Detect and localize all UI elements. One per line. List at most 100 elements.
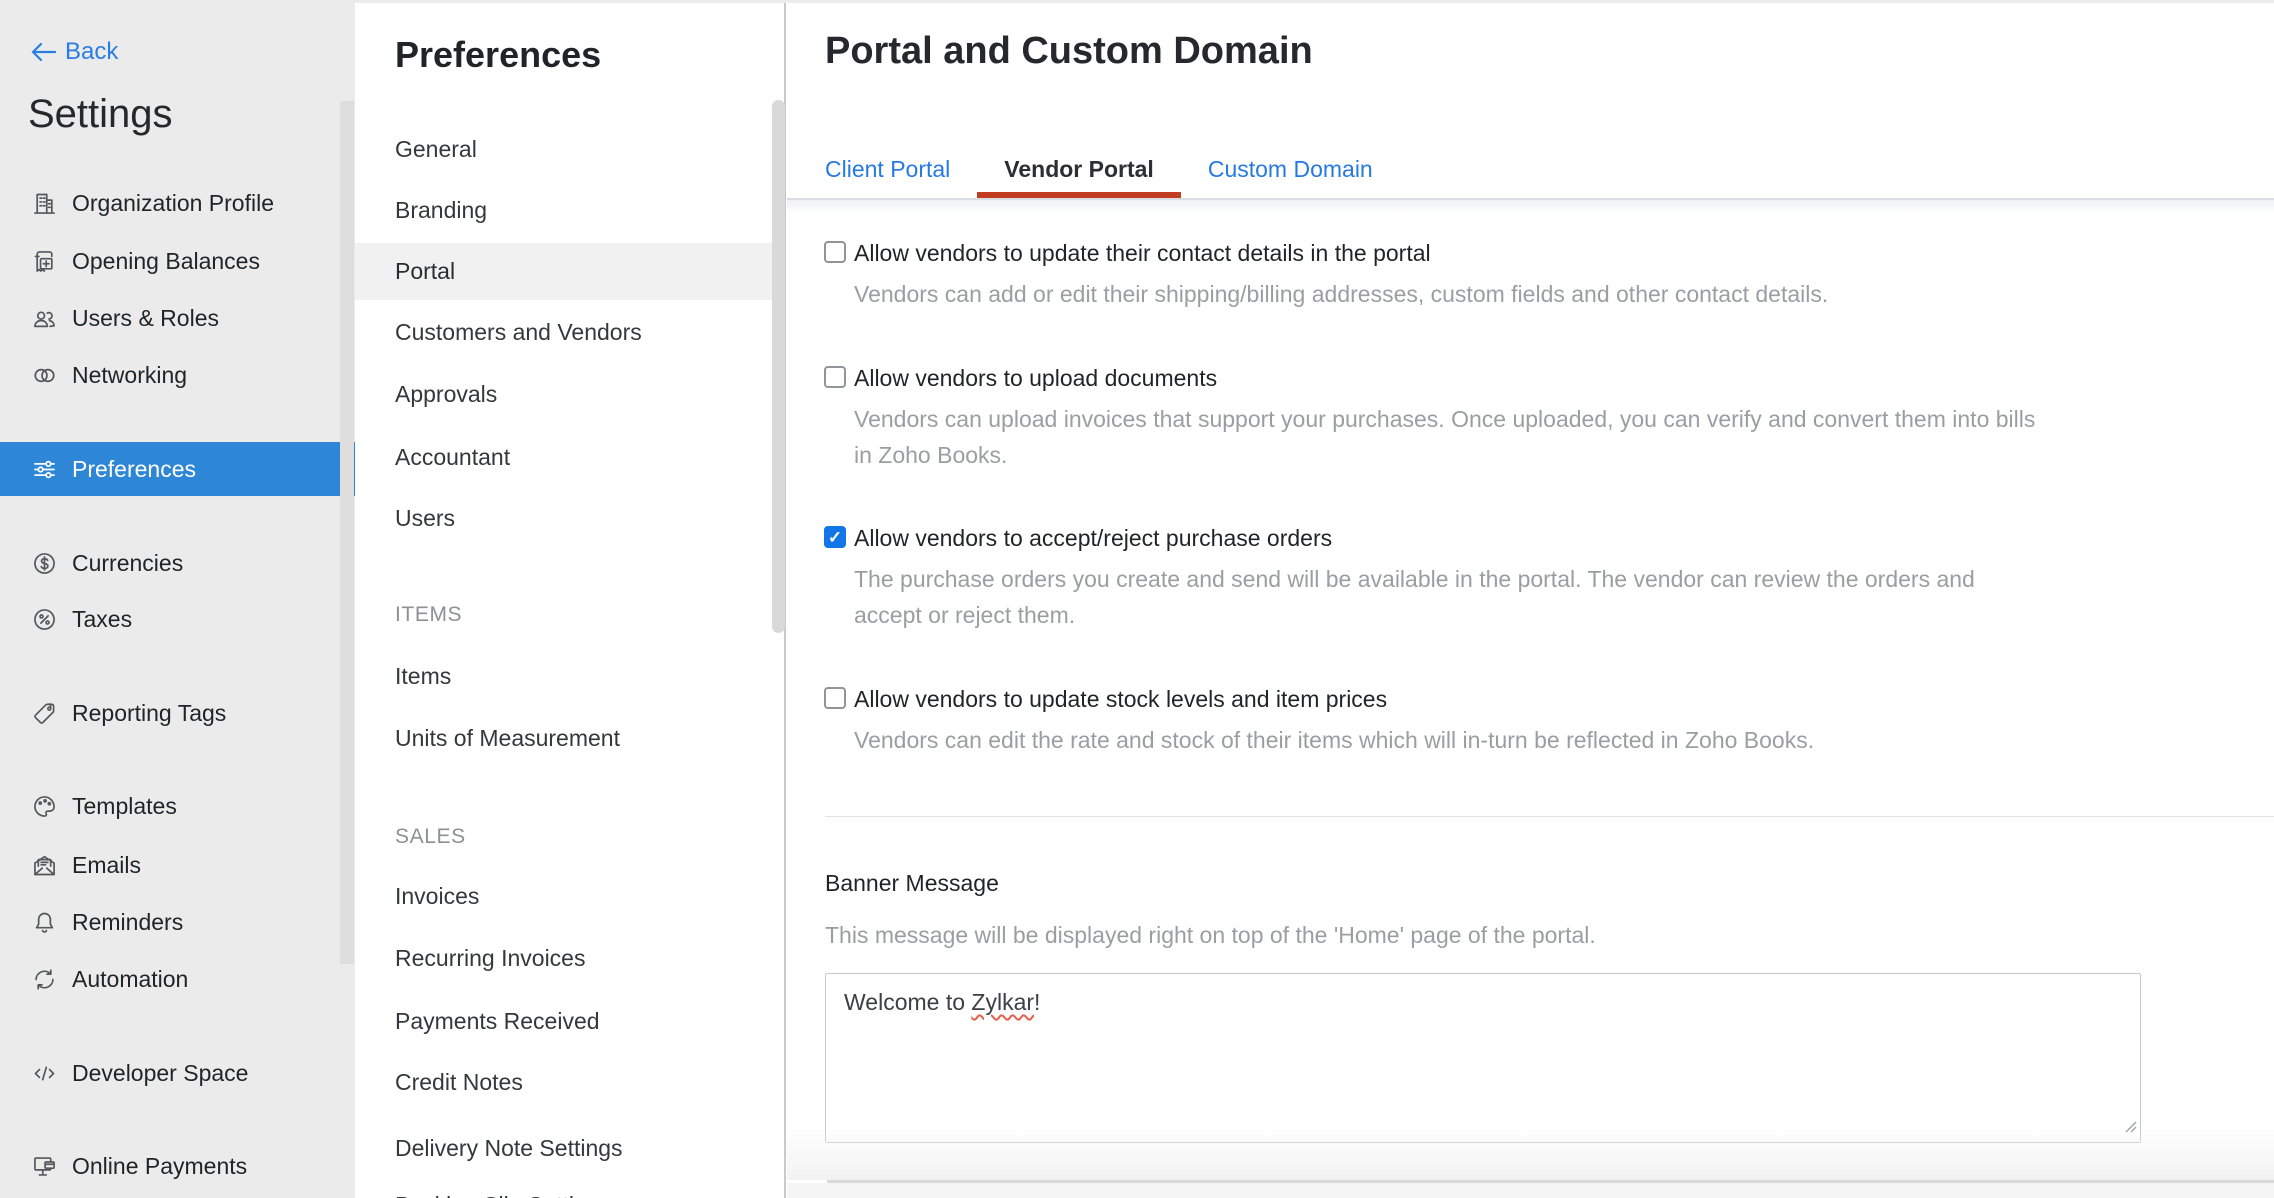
sidebar-item-users-roles[interactable]: Users & Roles <box>0 303 355 333</box>
sidebar-item-automation[interactable]: Automation <box>0 964 355 994</box>
envelope-icon <box>30 851 58 879</box>
sidebar-item-online-payments[interactable]: Online Payments <box>0 1151 355 1181</box>
pref-item-items[interactable]: Items <box>355 661 784 691</box>
users-roles-icon <box>30 304 58 332</box>
bottom-band <box>787 1183 2274 1198</box>
checkbox-upload-documents[interactable] <box>824 366 846 388</box>
banner-text-misspelled-word: Zylkar <box>971 989 1034 1015</box>
pref-item-portal[interactable]: Portal <box>355 243 784 300</box>
sidebar-item-label: Preferences <box>72 442 196 496</box>
pref-item-recurring-invoices[interactable]: Recurring Invoices <box>355 943 784 973</box>
page-title: Portal and Custom Domain <box>825 30 1313 73</box>
sidebar-item-reporting-tags[interactable]: Reporting Tags <box>0 698 355 728</box>
pref-item-label: Units of Measurement <box>395 723 620 753</box>
sidebar-item-templates[interactable]: Templates <box>0 791 355 821</box>
sidebar-item-preferences[interactable]: Preferences <box>0 442 355 496</box>
textarea-resize-handle[interactable] <box>2121 1112 2137 1139</box>
sidebar-item-label: Organization Profile <box>72 188 274 218</box>
sidebar-item-currencies[interactable]: Currencies <box>0 548 355 578</box>
sidebar-item-developer-space[interactable]: Developer Space <box>0 1058 355 1088</box>
sidebar-item-label: Developer Space <box>72 1058 248 1088</box>
sidebar-item-label: Users & Roles <box>72 303 219 333</box>
tab-vendor-portal[interactable]: Vendor Portal <box>977 146 1181 198</box>
sidebar-item-label: Currencies <box>72 548 183 578</box>
sync-icon <box>30 965 58 993</box>
toggle-description: Vendors can edit the rate and stock of t… <box>854 722 1814 758</box>
portal-settings-panel: Portal and Custom Domain Client Portal V… <box>787 0 2274 1198</box>
toggle-description: Vendors can upload invoices that support… <box>854 401 2035 473</box>
tabbar-shadow <box>787 200 2274 213</box>
online-payments-icon <box>30 1152 58 1180</box>
bell-icon <box>30 908 58 936</box>
pref-item-invoices[interactable]: Invoices <box>355 881 784 911</box>
tab-label: Custom Domain <box>1208 156 1373 182</box>
pref-item-label: Invoices <box>395 881 479 911</box>
pref-item-general[interactable]: General <box>355 134 784 164</box>
toggle-label[interactable]: Allow vendors to update stock levels and… <box>854 684 1387 714</box>
portal-tabs: Client Portal Vendor Portal Custom Domai… <box>798 146 1400 198</box>
settings-sidebar: Back Settings Organization Profile Openi… <box>0 0 355 1198</box>
banner-text-suffix: ! <box>1034 989 1040 1015</box>
sidebar-item-label: Automation <box>72 964 188 994</box>
preferences-menu-panel: Preferences General Branding Portal Cust… <box>355 0 786 1198</box>
tab-label: Vendor Portal <box>1004 156 1154 182</box>
code-icon <box>30 1059 58 1087</box>
currency-dollar-icon <box>30 549 58 577</box>
pref-item-payments-received[interactable]: Payments Received <box>355 1006 784 1036</box>
toggle-description: Vendors can add or edit their shipping/b… <box>854 276 1828 312</box>
sidebar-item-label: Templates <box>72 791 177 821</box>
pref-item-label: Credit Notes <box>395 1067 523 1097</box>
pref-item-customers-vendors[interactable]: Customers and Vendors <box>355 317 784 347</box>
settings-title: Settings <box>28 92 173 137</box>
tag-icon <box>30 699 58 727</box>
toggle-label[interactable]: Allow vendors to upload documents <box>854 363 1217 393</box>
sidebar-item-opening-balances[interactable]: Opening Balances <box>0 246 355 276</box>
pref-item-label: Approvals <box>395 379 497 409</box>
pref-item-label: Packing Slip Settings <box>395 1190 611 1198</box>
toggle-label[interactable]: Allow vendors to accept/reject purchase … <box>854 523 1332 553</box>
pref-item-credit-notes[interactable]: Credit Notes <box>355 1067 784 1097</box>
sidebar-item-networking[interactable]: Networking <box>0 360 355 390</box>
banner-message-label: Banner Message <box>825 868 999 898</box>
sidebar-item-label: Reporting Tags <box>72 698 226 728</box>
checkbox-update-contact-details[interactable] <box>824 241 846 263</box>
back-arrow-icon <box>30 42 56 62</box>
banner-message-textarea[interactable]: Welcome to Zylkar! <box>825 973 2141 1143</box>
pref-item-label: Customers and Vendors <box>395 317 642 347</box>
checkbox-update-stock-levels[interactable] <box>824 687 846 709</box>
preferences-menu-scrollbar[interactable] <box>772 100 785 633</box>
networking-icon <box>30 361 58 389</box>
tab-client-portal[interactable]: Client Portal <box>798 146 977 198</box>
pref-item-delivery-note-settings[interactable]: Delivery Note Settings <box>355 1133 784 1163</box>
pref-item-packing-slip-settings[interactable]: Packing Slip Settings <box>355 1190 784 1198</box>
palette-icon <box>30 792 58 820</box>
pref-item-approvals[interactable]: Approvals <box>355 379 784 409</box>
pref-item-branding[interactable]: Branding <box>355 195 784 225</box>
pref-item-label: Branding <box>395 195 487 225</box>
sidebar-item-taxes[interactable]: Taxes <box>0 604 355 634</box>
pref-item-accountant[interactable]: Accountant <box>355 442 784 472</box>
pref-item-label: Portal <box>395 243 455 300</box>
pref-item-users[interactable]: Users <box>355 503 784 533</box>
back-label: Back <box>65 38 118 66</box>
toggle-label[interactable]: Allow vendors to update their contact de… <box>854 238 1431 268</box>
pref-section-items: ITEMS <box>395 600 462 630</box>
pref-item-label: General <box>395 134 477 164</box>
sidebar-item-organization-profile[interactable]: Organization Profile <box>0 188 355 218</box>
pref-item-units-of-measurement[interactable]: Units of Measurement <box>355 723 784 753</box>
sidebar-item-label: Reminders <box>72 907 183 937</box>
sidebar-item-label: Online Payments <box>72 1151 247 1181</box>
sidebar-scrollbar[interactable] <box>340 101 354 964</box>
pref-section-sales: SALES <box>395 822 466 852</box>
pref-item-label: Delivery Note Settings <box>395 1133 623 1163</box>
preferences-menu-title: Preferences <box>395 34 601 76</box>
percent-icon <box>30 605 58 633</box>
back-link[interactable]: Back <box>30 38 118 66</box>
checkbox-accept-reject-purchase-orders[interactable]: ✓ <box>824 526 846 548</box>
opening-balances-icon <box>30 247 58 275</box>
pref-item-label: Accountant <box>395 442 510 472</box>
sidebar-item-reminders[interactable]: Reminders <box>0 907 355 937</box>
organization-icon <box>30 189 58 217</box>
sidebar-item-emails[interactable]: Emails <box>0 850 355 880</box>
tab-custom-domain[interactable]: Custom Domain <box>1181 146 1400 198</box>
